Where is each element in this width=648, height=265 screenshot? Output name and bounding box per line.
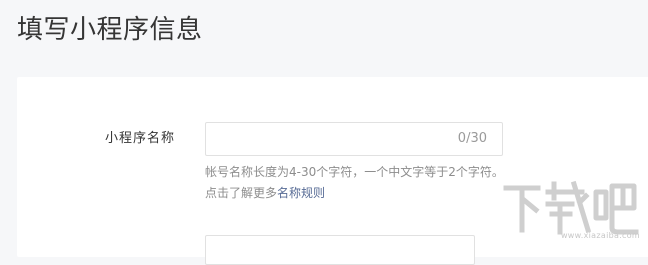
next-field-input[interactable] xyxy=(205,235,475,265)
name-rules-link[interactable]: 名称规则 xyxy=(277,186,325,200)
name-field-label: 小程序名称 xyxy=(105,131,176,146)
name-input-container[interactable]: 0/30 xyxy=(205,122,503,156)
name-hint: 帐号名称长度为4-30个字符，一个中文字等于2个字符。点击了解更多名称规则 xyxy=(205,162,505,204)
page-title: 填写小程序信息 xyxy=(17,15,203,45)
name-hint-text: 帐号名称长度为4-30个字符，一个中文字等于2个字符。点击了解更多 xyxy=(205,165,504,200)
name-input[interactable] xyxy=(206,123,466,155)
watermark-url: www.xiazaiba.com xyxy=(560,231,640,240)
form-card: 小程序名称 0/30 帐号名称长度为4-30个字符，一个中文字等于2个字符。点击… xyxy=(17,77,648,265)
char-counter: 0/30 xyxy=(457,131,487,146)
